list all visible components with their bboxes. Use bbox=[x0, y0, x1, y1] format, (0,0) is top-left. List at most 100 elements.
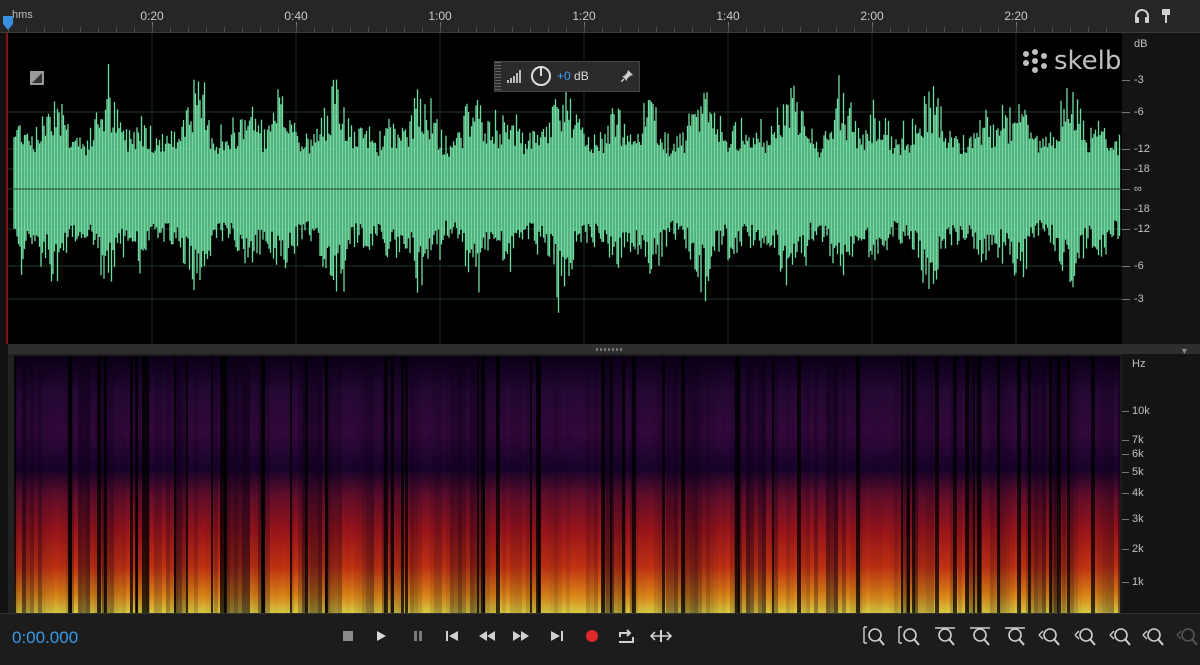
spectral-column bbox=[178, 356, 182, 613]
ruler-minor-tick bbox=[980, 27, 981, 32]
spectral-column bbox=[194, 356, 198, 613]
spectral-column bbox=[806, 356, 810, 613]
spectral-gap bbox=[530, 356, 532, 613]
hud-drag-handle[interactable] bbox=[495, 62, 501, 91]
spectral-canvas bbox=[14, 356, 1120, 613]
spectral-gap bbox=[97, 356, 101, 613]
zoom-out-time-button[interactable] bbox=[967, 625, 991, 647]
spectral-column bbox=[486, 356, 490, 613]
skip-selection-button[interactable] bbox=[650, 626, 672, 646]
zoom-reset-button[interactable] bbox=[1141, 625, 1165, 647]
zoom-in-time-button[interactable] bbox=[932, 625, 956, 647]
spectral-gap bbox=[538, 356, 540, 613]
spectral-column bbox=[430, 356, 434, 613]
fast-forward-button[interactable] bbox=[510, 626, 532, 646]
waveform-signal bbox=[13, 64, 1121, 313]
volume-hud[interactable]: +0 dB bbox=[494, 61, 640, 92]
amplitude-scale[interactable]: dB -3 -6 -12 -18 ∞ -18 -12 -6 -3 bbox=[1122, 33, 1200, 344]
db-tick-mark bbox=[1122, 80, 1130, 81]
track-start-line bbox=[6, 33, 8, 344]
ruler-minor-tick bbox=[530, 27, 531, 32]
volume-db-readout[interactable]: +0 dB bbox=[557, 69, 589, 83]
spectral-column bbox=[370, 356, 374, 613]
zoom-selection-icon bbox=[1109, 628, 1131, 646]
stop-button[interactable] bbox=[337, 626, 359, 646]
ruler-minor-tick bbox=[836, 27, 837, 32]
spectral-column bbox=[270, 356, 274, 613]
ruler-minor-tick bbox=[26, 27, 27, 32]
spectral-column bbox=[990, 356, 994, 613]
time-ruler[interactable]: hms 0:20 0:40 1:00 1:20 1:40 2:00 2:20 bbox=[0, 0, 1122, 33]
ruler-minor-tick bbox=[206, 27, 207, 32]
spectral-column bbox=[110, 356, 114, 613]
spectral-column bbox=[346, 356, 350, 613]
spectral-column bbox=[266, 356, 270, 613]
db-tick-mark bbox=[1122, 229, 1130, 230]
spectral-column bbox=[670, 356, 674, 613]
zoom-extra-button[interactable] bbox=[1175, 625, 1199, 647]
spectral-column bbox=[1106, 356, 1110, 613]
spectral-frequency-view[interactable] bbox=[14, 356, 1120, 613]
spectral-column bbox=[414, 356, 418, 613]
pin-icon[interactable] bbox=[621, 70, 633, 82]
pause-button[interactable] bbox=[407, 626, 429, 646]
spectral-gap bbox=[104, 356, 107, 613]
zoom-reset-icon bbox=[1142, 628, 1164, 646]
spectral-column bbox=[730, 356, 734, 613]
hz-tick-mark bbox=[1122, 454, 1129, 455]
spectral-column bbox=[378, 356, 382, 613]
spectral-column bbox=[122, 356, 126, 613]
spectral-column bbox=[870, 356, 874, 613]
zoom-full-button[interactable] bbox=[1002, 625, 1026, 647]
rewind-button[interactable] bbox=[476, 626, 498, 646]
spectral-column bbox=[782, 356, 786, 613]
ruler-minor-tick bbox=[890, 27, 891, 32]
ruler-minor-tick bbox=[620, 27, 621, 32]
hz-tick-label: 10k bbox=[1132, 405, 1150, 417]
zoom-in-amplitude-button[interactable] bbox=[862, 625, 886, 647]
playhead-marker[interactable] bbox=[2, 16, 14, 30]
spectral-gap bbox=[1091, 356, 1095, 613]
rewind-icon bbox=[479, 631, 495, 641]
ruler-time-label: 0:20 bbox=[140, 9, 164, 23]
spectral-column bbox=[754, 356, 758, 613]
divider-grip[interactable] bbox=[596, 348, 622, 351]
ruler-minor-tick bbox=[44, 27, 45, 32]
hz-tick-label: 1k bbox=[1132, 576, 1144, 588]
spectral-column bbox=[334, 356, 338, 613]
go-to-end-button[interactable] bbox=[546, 626, 568, 646]
spectral-column bbox=[198, 356, 202, 613]
spectral-column bbox=[166, 356, 170, 613]
spectral-column bbox=[554, 356, 558, 613]
spectral-column bbox=[702, 356, 706, 613]
spectral-gap bbox=[912, 356, 915, 613]
power-knob-icon[interactable] bbox=[530, 65, 552, 87]
zoom-out-amplitude-button[interactable] bbox=[897, 625, 921, 647]
spectral-gap bbox=[401, 356, 404, 613]
spectral-gap bbox=[496, 356, 500, 613]
clip-corner-icon[interactable] bbox=[30, 71, 44, 85]
zoom-in-left-button[interactable] bbox=[1037, 625, 1061, 647]
spectral-column bbox=[862, 356, 866, 613]
spectral-column bbox=[458, 356, 462, 613]
go-to-start-button[interactable] bbox=[441, 626, 463, 646]
record-button[interactable] bbox=[581, 626, 603, 646]
volume-db-unit: dB bbox=[570, 69, 589, 83]
spectral-gap bbox=[290, 356, 292, 613]
ruler-minor-tick bbox=[728, 27, 729, 32]
spectral-column bbox=[558, 356, 562, 613]
loop-button[interactable] bbox=[615, 626, 637, 646]
timecode-display[interactable]: 0:00.000 bbox=[12, 628, 78, 648]
ruler-minor-tick bbox=[188, 27, 189, 32]
zoom-in-right-button[interactable] bbox=[1073, 625, 1097, 647]
frequency-scale[interactable]: Hz 10k 7k 6k 5k 4k 3k 2k 1k bbox=[1122, 354, 1200, 613]
ruler-minor-tick bbox=[134, 27, 135, 32]
play-button[interactable] bbox=[370, 626, 392, 646]
pin-marker-icon[interactable] bbox=[1158, 8, 1174, 24]
headphones-icon[interactable] bbox=[1134, 8, 1150, 24]
spectral-column bbox=[822, 356, 826, 613]
spectral-column bbox=[330, 356, 334, 613]
spectral-column bbox=[694, 356, 698, 613]
spectral-column bbox=[1006, 356, 1010, 613]
zoom-selection-button[interactable] bbox=[1108, 625, 1132, 647]
